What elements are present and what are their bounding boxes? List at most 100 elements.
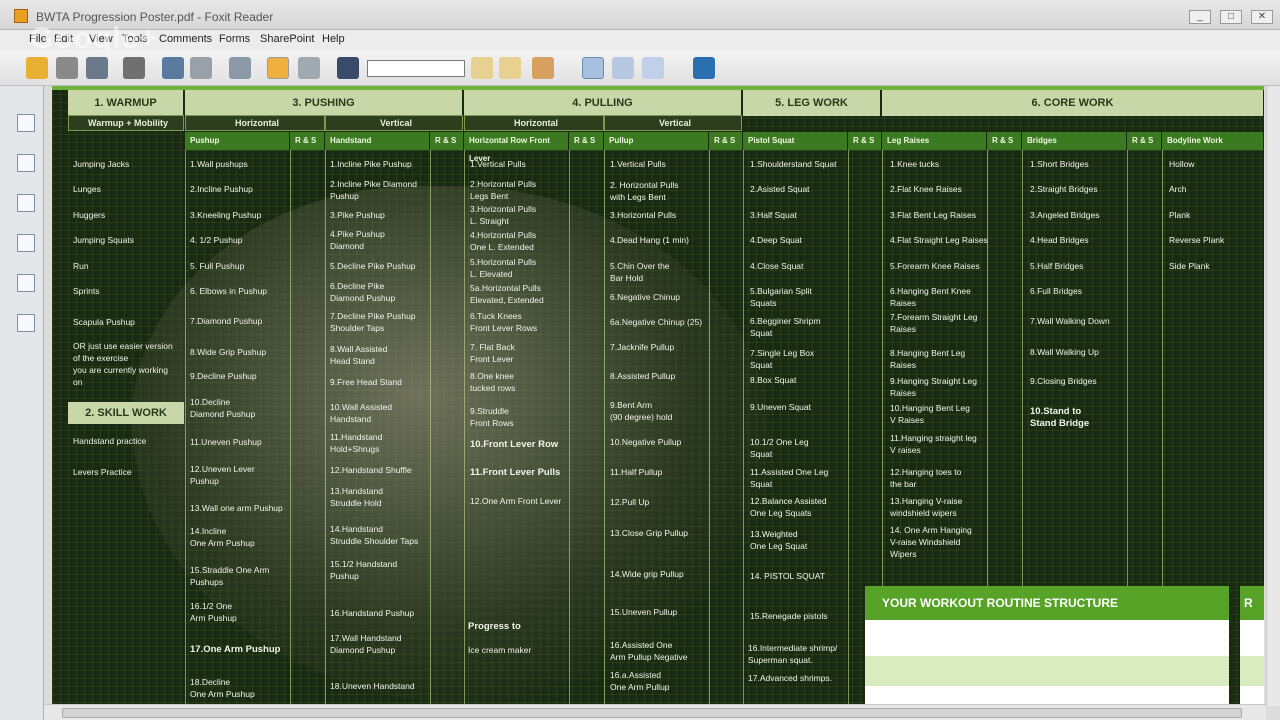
leg-raise-item: V Raises (890, 415, 925, 425)
row-item: 5.Horizontal Pulls (470, 257, 537, 267)
pushup-item: 4. 1/2 Pushup (190, 235, 243, 245)
bridge-item: 1.Short Bridges (1030, 159, 1089, 169)
signatures-icon[interactable] (17, 314, 35, 332)
scan-icon[interactable] (190, 57, 212, 79)
handstand-item: 10.Wall Assisted (330, 402, 393, 412)
minimize-button[interactable]: _ (1189, 10, 1211, 24)
toolbar (0, 50, 1280, 86)
pistol-item: One Leg Squats (750, 508, 812, 518)
comments-icon[interactable] (17, 234, 35, 252)
category-leg-work: 5. LEG WORK (743, 90, 881, 116)
pushup-item: 16.1/2 One (190, 601, 233, 611)
category-warmup: 1. WARMUP (68, 90, 184, 116)
column-leg-raises: Leg Raises (882, 132, 987, 150)
horizontal-scrollbar[interactable] (44, 704, 1266, 720)
bridge-item: 9.Closing Bridges (1030, 376, 1097, 386)
row-item: 10.Front Lever Row (470, 439, 559, 450)
handstand-item: Shoulder Taps (330, 323, 385, 333)
menu-help[interactable]: Help (322, 33, 345, 45)
handstand-item: 7.Decline Pike Pushup (330, 311, 416, 321)
actual-size-icon[interactable] (582, 57, 604, 79)
bodyline-item: Arch (1169, 184, 1187, 194)
column-rs-pullup: R & S (709, 132, 743, 150)
handstand-item: Pushup (330, 191, 359, 201)
skill-item: Handstand practice (73, 436, 147, 446)
snapshot-icon[interactable] (298, 57, 320, 79)
annotation-tool-icon[interactable] (532, 57, 554, 79)
pistol-item: One Leg Squat (750, 541, 808, 551)
pistol-item: 13.Weighted (750, 529, 798, 539)
save-icon[interactable] (56, 57, 78, 79)
layers-icon[interactable] (17, 194, 35, 212)
pistol-item: 7.Single Leg Box (750, 348, 815, 358)
pistol-item: 16.Intermediate shrimp/ (748, 643, 838, 653)
pullup-item: 3.Horizontal Pulls (610, 210, 677, 220)
leg-raise-item: 14. One Arm Hanging (890, 525, 972, 535)
pistol-item: 17.Advanced shrimps. (748, 673, 833, 683)
find-next-icon[interactable] (499, 57, 521, 79)
warmup-note: OR just use easier version (73, 341, 173, 351)
bridge-item: 5.Half Bridges (1030, 261, 1084, 271)
leg-raise-item: Raises (890, 360, 916, 370)
bodyline-item: Hollow (1169, 159, 1195, 169)
pullup-item: Arm Pullup Negative (610, 652, 688, 662)
find-previous-icon[interactable] (471, 57, 493, 79)
row-item: L. Elevated (470, 269, 513, 279)
rotate-view-icon[interactable] (693, 57, 715, 79)
warmup-item: Jumping Jacks (73, 159, 130, 169)
pistol-item: 11.Assisted One Leg (750, 467, 829, 477)
handstand-item: 14.Handstand (330, 524, 383, 534)
pushup-item: Pushup (190, 476, 219, 486)
pages-icon[interactable] (17, 114, 35, 132)
category-skill-work: 2. SKILL WORK (68, 402, 184, 424)
select-text-icon[interactable] (229, 57, 251, 79)
fit-page-icon[interactable] (612, 57, 634, 79)
handstand-item: 2.Incline Pike Diamond (330, 179, 417, 189)
vertical-scrollbar[interactable] (1266, 86, 1280, 706)
search-input[interactable] (367, 60, 465, 77)
row-item: L. Straight (470, 216, 509, 226)
close-button[interactable]: ✕ (1251, 10, 1273, 24)
row-item: Legs Bent (470, 191, 509, 201)
column-divider (604, 150, 605, 704)
leg-raise-item: Wipers (890, 549, 917, 559)
subheader-pull-horizontal: Horizontal (464, 115, 604, 131)
subheader-push-vertical: Vertical (325, 115, 463, 131)
fit-width-icon[interactable] (642, 57, 664, 79)
pistol-item: 9.Uneven Squat (750, 402, 811, 412)
hand-tool-icon[interactable] (267, 57, 289, 79)
row-item: 3.Horizontal Pulls (470, 204, 537, 214)
menu-comments[interactable]: Comments (159, 33, 212, 45)
menu-forms[interactable]: Forms (219, 33, 250, 45)
pushup-item: Diamond Pushup (190, 409, 256, 419)
skill-item: Levers Practice (73, 467, 132, 477)
column-rs-row: R & S (569, 132, 604, 150)
pistol-item: 8.Box Squat (750, 375, 797, 385)
leg-raise-item: 1.Knee tucks (890, 159, 940, 169)
save-as-icon[interactable] (86, 57, 108, 79)
binoculars-icon[interactable] (337, 57, 359, 79)
bookmarks-icon[interactable] (17, 154, 35, 172)
handstand-item: 8.Wall Assisted (330, 344, 388, 354)
pistol-item: 14. PISTOL SQUAT (750, 571, 825, 581)
email-icon[interactable] (162, 57, 184, 79)
row-item: 2.Horizontal Pulls (470, 179, 537, 189)
handstand-item: 17.Wall Handstand (330, 633, 402, 643)
horizontal-scroll-thumb[interactable] (62, 708, 1242, 718)
print-icon[interactable] (123, 57, 145, 79)
handstand-item: Hold+Shrugs (330, 444, 380, 454)
row-item: Front Rows (470, 418, 514, 428)
maximize-button[interactable]: □ (1220, 10, 1242, 24)
handstand-item: 1.Incline Pike Pushup (330, 159, 412, 169)
handstand-item: 11.Handstand (330, 432, 383, 442)
row-item: Elevated, Extended (470, 295, 544, 305)
row-item: 5a.Horizontal Pulls (470, 283, 541, 293)
open-folder-icon[interactable] (26, 57, 48, 79)
pullup-item: 13.Close Grip Pullup (610, 528, 688, 538)
pushup-item: Pushups (190, 577, 224, 587)
pullup-item: 10.Negative Pullup (610, 437, 682, 447)
attachments-icon[interactable] (17, 274, 35, 292)
pushup-item: 14.Incline (190, 526, 227, 536)
menu-sharepoint[interactable]: SharePoint (260, 33, 314, 45)
column-rs-pistol: R & S (848, 132, 882, 150)
